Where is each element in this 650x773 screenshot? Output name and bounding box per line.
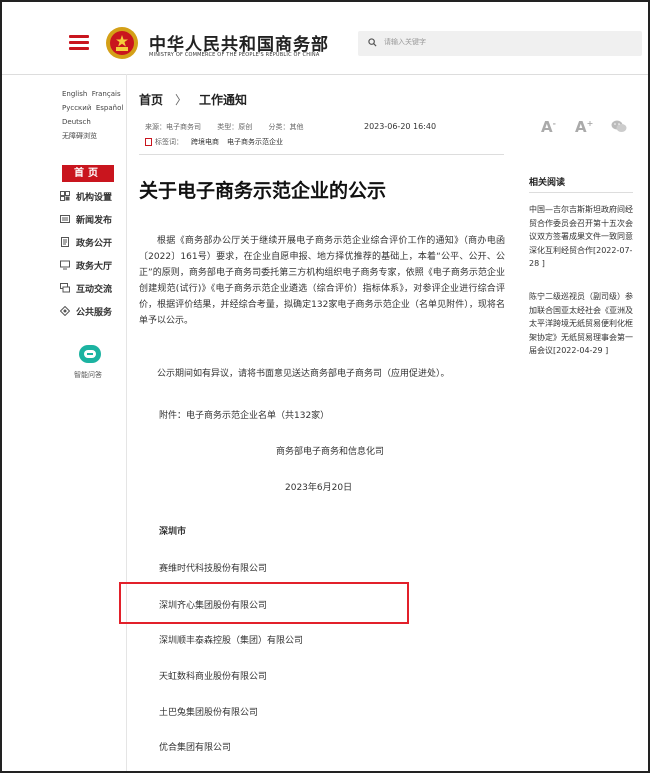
- nav-label: 政务大厅: [76, 261, 113, 272]
- sidebar-divider: [126, 74, 127, 771]
- breadcrumb-home[interactable]: 首页: [139, 93, 163, 107]
- nav-item-public-service[interactable]: 公共服务: [60, 303, 112, 319]
- breadcrumb: 首页〉工作通知: [139, 91, 247, 108]
- lang-french[interactable]: Français: [92, 90, 121, 98]
- news-icon: [60, 215, 70, 223]
- grid-icon: [60, 191, 70, 201]
- tag-icon: [145, 138, 152, 146]
- lang-russian[interactable]: Русский: [62, 104, 91, 112]
- tag-link[interactable]: 跨境电商: [191, 138, 219, 146]
- font-increase-button[interactable]: A+: [575, 118, 593, 136]
- meta-type: 类型：原创: [217, 123, 253, 131]
- search-icon[interactable]: [368, 38, 377, 47]
- tags-label: 标签词：: [155, 138, 183, 146]
- search-placeholder: 请输入关键字: [384, 38, 426, 46]
- article-paragraph-2: 公示期间如有异议，请将书面意见送达商务部电子商务司（应用促进处）。: [157, 369, 450, 379]
- article-meta: 来源：电子商务司 类型：原创 分类：其他: [145, 122, 317, 132]
- wechat-share-icon[interactable]: [611, 119, 627, 133]
- accessibility-link[interactable]: 无障碍浏览: [62, 132, 97, 140]
- chat-icon: [60, 283, 70, 293]
- section-heading: 深圳市: [159, 527, 187, 537]
- article-title: 关于电子商务示范企业的公示: [139, 180, 387, 202]
- company-item: 天虹数科商业股份有限公司: [159, 672, 268, 682]
- nav-item-public-affairs[interactable]: 政务公开: [60, 234, 112, 250]
- monitor-icon: [60, 260, 70, 270]
- related-title: 相关阅读: [529, 178, 566, 188]
- tag-link[interactable]: 电子商务示范企业: [227, 138, 283, 146]
- national-emblem-icon[interactable]: [105, 26, 139, 60]
- page-frame: 中华人民共和国商务部 MINISTRY OF COMMERCE OF THE P…: [0, 0, 650, 773]
- language-links: English Français Русский Español Deutsch…: [62, 87, 132, 143]
- meta-category: 分类：其他: [268, 123, 304, 131]
- company-item: 优合集团有限公司: [159, 743, 232, 753]
- font-decrease-button[interactable]: A-: [541, 118, 556, 136]
- nav-home[interactable]: 首页: [62, 165, 114, 182]
- nav-item-service-hall[interactable]: 政务大厅: [60, 257, 112, 273]
- site-subtitle: MINISTRY OF COMMERCE OF THE PEOPLE'S REP…: [149, 52, 320, 58]
- nav-label: 新闻发布: [76, 215, 113, 226]
- company-item: 土巴兔集团股份有限公司: [159, 708, 259, 718]
- attachment-line[interactable]: 附件：电子商务示范企业名单（共132家）: [159, 408, 329, 421]
- nav-label: 政务公开: [76, 238, 113, 249]
- nav-item-interaction[interactable]: 互动交流: [60, 280, 112, 296]
- company-item: 深圳顺丰泰森控股（集团）有限公司: [159, 636, 304, 646]
- assistant-label[interactable]: 智能问答: [74, 370, 102, 380]
- meta-divider: [139, 154, 504, 155]
- nav-label: 机构设置: [76, 192, 113, 203]
- service-icon: [60, 306, 70, 316]
- sign-date: 2023年6月20日: [285, 483, 353, 493]
- related-item[interactable]: 中国—吉尔吉斯斯坦政府间经贸合作委员会召开第十五次会议双方签署成果文件一致同意深…: [529, 203, 635, 271]
- related-divider: [529, 192, 633, 193]
- nav-item-news[interactable]: 新闻发布: [60, 211, 112, 227]
- site-header: 中华人民共和国商务部 MINISTRY OF COMMERCE OF THE P…: [2, 2, 648, 75]
- related-item[interactable]: 陈宁二级巡视员（副司级）参加联合国亚太经社会《亚洲及太平洋跨境无纸贸易便利化框架…: [529, 290, 635, 358]
- lang-spanish[interactable]: Español: [96, 104, 123, 112]
- breadcrumb-separator: 〉: [175, 93, 188, 107]
- nav-label: 公共服务: [76, 307, 113, 318]
- lang-german[interactable]: Deutsch: [62, 118, 91, 126]
- meta-source: 来源：电子商务司: [145, 123, 201, 131]
- article-paragraph-1: 根据《商务部办公厅关于继续开展电子商务示范企业综合评价工作的通知》（商办电函〔2…: [139, 236, 505, 326]
- publish-date: 2023-06-20 16:40: [364, 122, 437, 131]
- breadcrumb-current[interactable]: 工作通知: [199, 93, 247, 107]
- company-item: 赛维时代科技股份有限公司: [159, 564, 268, 574]
- highlight-box: [119, 582, 409, 624]
- nav-item-organization[interactable]: 机构设置: [60, 188, 112, 204]
- menu-icon[interactable]: [69, 35, 89, 51]
- signature: 商务部电子商务和信息化司: [276, 447, 385, 457]
- tag-row: 标签词： 跨境电商 电子商务示范企业: [145, 137, 283, 147]
- nav-label: 互动交流: [76, 284, 113, 295]
- lang-english[interactable]: English: [62, 90, 87, 98]
- document-icon: [61, 237, 69, 247]
- robot-assistant-icon[interactable]: [79, 345, 101, 363]
